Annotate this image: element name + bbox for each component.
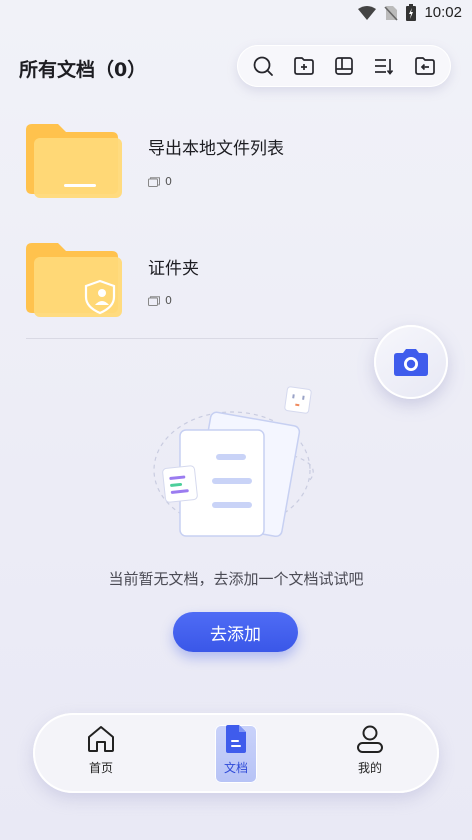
folder-name: 证件夹 xyxy=(148,259,199,279)
divider xyxy=(26,338,378,339)
sort-button[interactable] xyxy=(370,52,398,80)
status-icons: 10:02 xyxy=(358,4,462,21)
layout-button[interactable] xyxy=(330,52,358,80)
folder-count-value: 0 xyxy=(165,175,172,188)
camera-button[interactable] xyxy=(374,325,448,399)
status-time: 10:02 xyxy=(424,4,462,21)
home-icon xyxy=(88,726,114,752)
nav-label-documents: 文档 xyxy=(223,761,248,775)
battery-icon xyxy=(406,4,417,21)
nav-item-documents[interactable]: 文档 xyxy=(206,723,266,785)
empty-state-message: 当前暂无文档，去添加一个文档试试吧 xyxy=(108,570,364,588)
folder-file-count: 0 xyxy=(148,294,172,307)
layout-icon xyxy=(335,57,353,75)
sort-icon xyxy=(375,59,394,75)
import-button[interactable] xyxy=(411,52,439,80)
import-icon xyxy=(414,57,435,75)
bottom-nav: 首页 文档 我的 xyxy=(33,713,439,793)
folder-icon xyxy=(24,122,124,202)
nav-label-home: 首页 xyxy=(88,761,113,775)
nav-item-home[interactable]: 首页 xyxy=(71,723,131,785)
folder-file-count: 0 xyxy=(148,175,172,188)
nav-label-profile: 我的 xyxy=(357,761,382,775)
add-document-button[interactable]: 去添加 xyxy=(173,612,298,652)
nav-item-profile[interactable]: 我的 xyxy=(340,723,400,785)
user-icon xyxy=(357,725,383,753)
folder-item-export-list[interactable]: 导出本地文件列表 0 xyxy=(0,122,472,222)
file-count-icon xyxy=(148,295,160,306)
camera-icon xyxy=(394,349,428,376)
empty-documents-illustration xyxy=(150,380,330,555)
folder-name: 导出本地文件列表 xyxy=(148,139,284,159)
new-folder-button[interactable] xyxy=(290,52,318,80)
search-button[interactable] xyxy=(249,52,277,80)
folder-count-value: 0 xyxy=(165,294,172,307)
page-title: 所有文档（0） xyxy=(19,59,147,81)
new-folder-icon xyxy=(293,57,314,75)
search-icon xyxy=(253,56,274,76)
file-count-icon xyxy=(148,176,160,187)
toolbar xyxy=(237,45,451,87)
no-sim-icon xyxy=(384,5,399,21)
wifi-icon xyxy=(358,5,377,20)
status-bar: 10:02 xyxy=(0,0,472,28)
document-icon xyxy=(226,725,246,753)
id-folder-icon xyxy=(24,241,124,321)
